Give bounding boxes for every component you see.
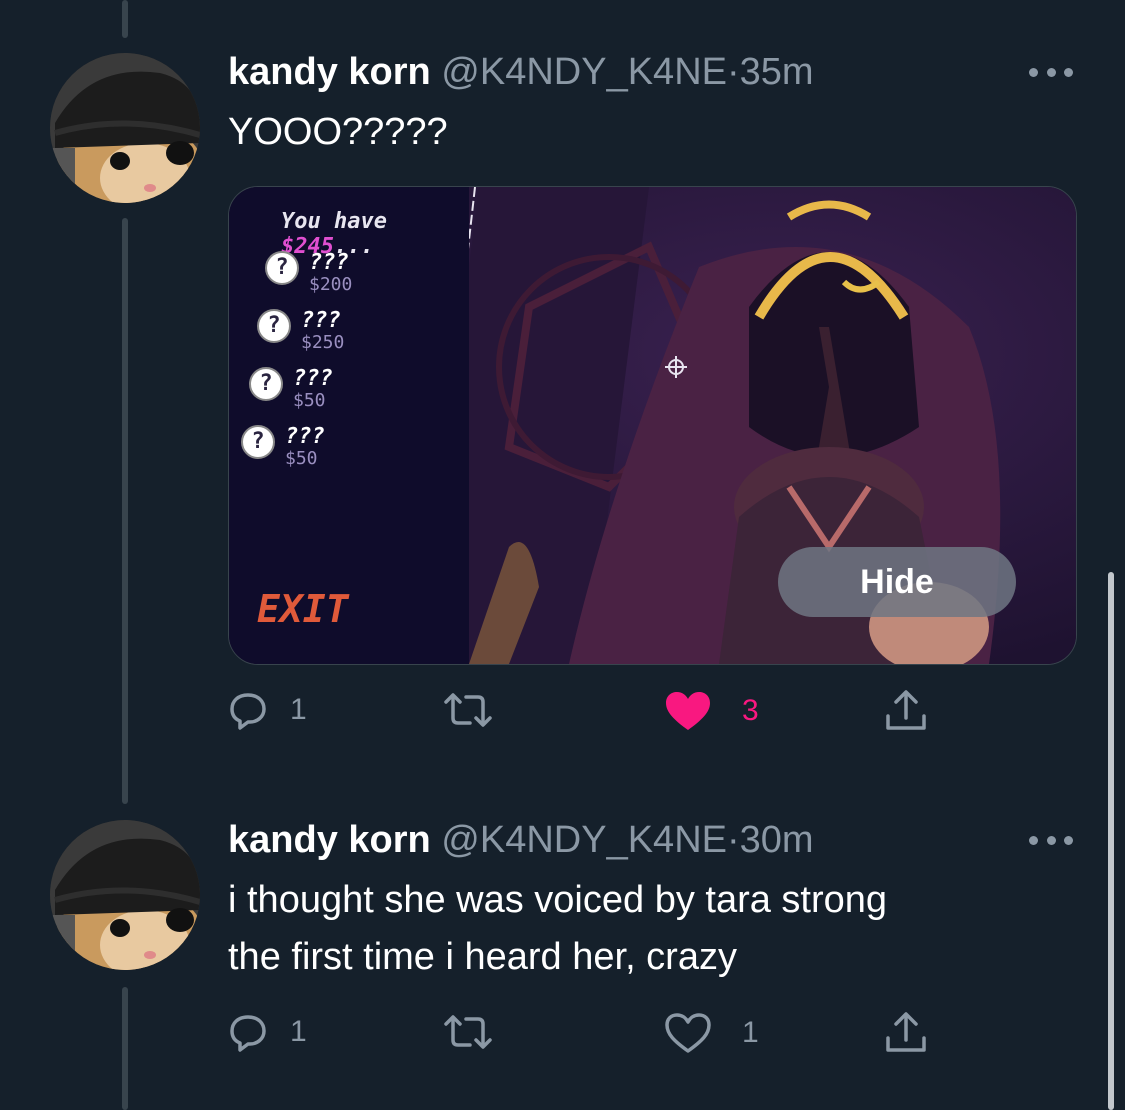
like-button[interactable]: 3 [664, 690, 759, 732]
question-icon: ? [241, 425, 275, 459]
shop-item: ? ??? $250 [257, 309, 344, 353]
share-button[interactable] [884, 1012, 928, 1054]
separator-dot: · [726, 819, 740, 861]
reply-button[interactable]: 1 [228, 690, 307, 730]
retweet-icon [444, 1015, 492, 1049]
timestamp[interactable]: 30m [740, 819, 814, 861]
share-icon [886, 1012, 926, 1052]
reply-icon [230, 693, 266, 730]
like-count: 3 [742, 694, 759, 727]
tweet-text: i thought she was voiced by tara strong … [228, 872, 887, 986]
exit-label: EXIT [257, 587, 349, 631]
tweet-header: kandy korn @K4NDY_K4NE·35m [228, 50, 814, 94]
avatar[interactable] [50, 53, 200, 203]
retweet-button[interactable] [442, 690, 512, 730]
tweet-header: kandy korn @K4NDY_K4NE·30m [228, 818, 814, 862]
tweet-text: YOOO????? [228, 104, 448, 161]
timestamp[interactable]: 35m [740, 51, 814, 93]
reply-button[interactable]: 1 [228, 1012, 307, 1052]
tweet-media-image[interactable]: You have $245... ? ??? $200 ? ??? $250 ? ?… [228, 186, 1077, 665]
reply-count: 1 [290, 1015, 307, 1048]
tweet-text-line: YOOO????? [228, 111, 448, 153]
avatar[interactable] [50, 820, 200, 970]
user-handle[interactable]: @K4NDY_K4NE [441, 51, 727, 93]
share-button[interactable] [884, 690, 928, 732]
thread-line-top [122, 0, 128, 38]
avatar-cat-image [50, 53, 200, 203]
question-icon: ? [257, 309, 291, 343]
tweet-text-line: i thought she was voiced by tara strong [228, 879, 888, 921]
like-icon [666, 692, 710, 730]
tweet-actions: 1 3 [228, 690, 948, 740]
thread-line-middle [122, 218, 128, 804]
reply-icon [230, 1015, 266, 1052]
shop-panel: You have $245... ? ??? $200 ? ??? $250 ? ?… [229, 187, 469, 664]
avatar-cat-image [50, 820, 200, 970]
question-icon: ? [249, 367, 283, 401]
like-icon [665, 1013, 711, 1053]
more-icon[interactable] [1029, 830, 1073, 850]
user-handle[interactable]: @K4NDY_K4NE [441, 819, 727, 861]
separator-dot: · [726, 51, 740, 93]
like-button[interactable]: 1 [664, 1012, 759, 1054]
scrollbar[interactable] [1108, 572, 1114, 1110]
reply-count: 1 [290, 693, 307, 726]
shop-item: ? ??? $200 [265, 251, 352, 295]
hide-button[interactable]: Hide [778, 547, 1016, 617]
thread-line-bottom [122, 987, 128, 1110]
share-icon [886, 690, 926, 730]
display-name[interactable]: kandy korn [228, 819, 431, 861]
shop-item: ? ??? $50 [249, 367, 333, 411]
retweet-icon [444, 693, 492, 727]
more-icon[interactable] [1029, 62, 1073, 82]
question-icon: ? [265, 251, 299, 285]
tweet-actions: 1 1 [228, 1012, 948, 1062]
retweet-button[interactable] [442, 1012, 512, 1052]
tweet-text-line: the first time i heard her, crazy [228, 936, 737, 978]
like-count: 1 [742, 1016, 759, 1049]
display-name[interactable]: kandy korn [228, 51, 431, 93]
shop-item: ? ??? $50 [241, 425, 325, 469]
